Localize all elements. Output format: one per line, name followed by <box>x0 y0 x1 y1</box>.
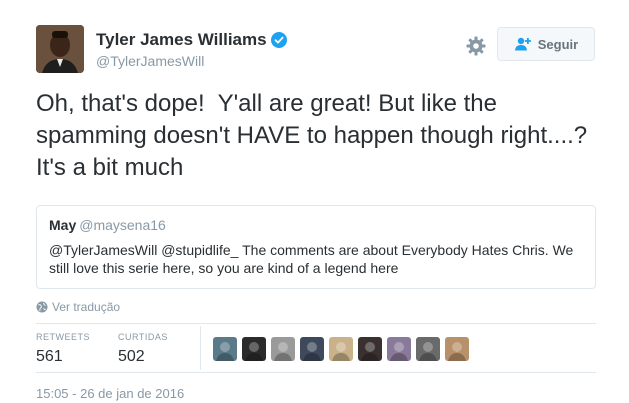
follow-button-label: Seguir <box>537 36 579 52</box>
liker-avatar-6[interactable] <box>358 337 382 361</box>
likers-list <box>213 337 474 361</box>
quoted-tweet[interactable]: May @maysena16 @TylerJamesWill @stupidlif… <box>36 205 596 289</box>
likes-count: 502 <box>118 348 145 365</box>
avatar[interactable] <box>36 25 84 73</box>
liker-avatar-3[interactable] <box>271 337 295 361</box>
retweets-count: 561 <box>36 348 63 365</box>
quoted-tweet-text: @TylerJamesWill @stupidlife_ The comment… <box>49 242 574 276</box>
likes-stat[interactable]: CURTIDAS 502 <box>118 332 168 366</box>
follow-button[interactable]: Seguir <box>497 27 595 61</box>
verified-badge-icon <box>270 32 287 48</box>
translate-label: Ver tradução <box>52 300 121 314</box>
user-name[interactable]: Tyler James Williams <box>96 30 267 50</box>
divider-top <box>36 323 596 324</box>
liker-avatar-9[interactable] <box>445 337 469 361</box>
user-handle[interactable]: @TylerJamesWill <box>96 53 287 69</box>
likes-label: CURTIDAS <box>118 332 168 342</box>
tweet-header: Tyler James Williams @TylerJamesWill Seg… <box>36 25 596 75</box>
quoted-user-handle: @maysena16 <box>79 217 166 233</box>
quoted-tweet-header: May @maysena16 <box>49 216 583 234</box>
quoted-user-name: May <box>49 217 77 233</box>
tweet-text: Oh, that's dope! Y'all are great! But li… <box>36 90 594 181</box>
globe-icon <box>36 301 48 313</box>
liker-avatar-2[interactable] <box>242 337 266 361</box>
liker-avatar-4[interactable] <box>300 337 324 361</box>
translate-link[interactable]: Ver tradução <box>36 300 120 314</box>
retweets-stat[interactable]: RETWEETS 561 <box>36 332 90 366</box>
divider-bottom <box>36 372 596 373</box>
user-info: Tyler James Williams @TylerJamesWill <box>96 30 287 69</box>
gear-icon[interactable] <box>466 36 486 56</box>
add-user-icon <box>514 37 531 51</box>
stats-separator <box>200 326 201 370</box>
retweets-label: RETWEETS <box>36 332 91 342</box>
liker-avatar-5[interactable] <box>329 337 353 361</box>
liker-avatar-1[interactable] <box>213 337 237 361</box>
liker-avatar-8[interactable] <box>416 337 440 361</box>
tweet-timestamp[interactable]: 15:05 - 26 de jan de 2016 <box>36 386 184 401</box>
liker-avatar-7[interactable] <box>387 337 411 361</box>
